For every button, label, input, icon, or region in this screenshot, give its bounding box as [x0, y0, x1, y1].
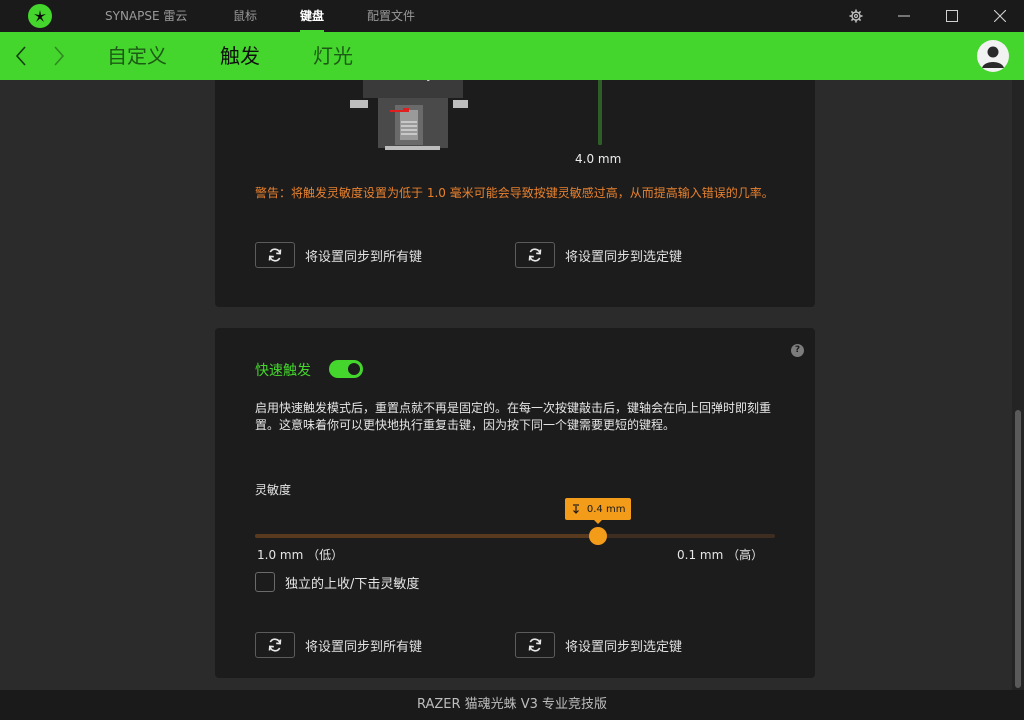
- scrollbar-thumb[interactable]: [1015, 410, 1021, 688]
- sync-selected-button[interactable]: [515, 242, 555, 268]
- content-area: 4.0 mm 警告：将触发灵敏度设置为低于 1.0 毫米可能会导致按键灵敏感过高…: [0, 80, 1024, 690]
- razer-logo-icon[interactable]: [28, 4, 52, 28]
- chevron-left-icon: [15, 46, 26, 66]
- sync-selected-button[interactable]: [515, 632, 555, 658]
- forward-button[interactable]: [52, 45, 66, 71]
- sync-all-button[interactable]: [255, 632, 295, 658]
- slider-value-tooltip: 0.4 mm: [565, 498, 632, 524]
- sync-all-label: 将设置同步到所有键: [305, 639, 423, 655]
- independent-sensitivity-checkbox[interactable]: [255, 572, 275, 592]
- tab-lighting[interactable]: 灯光: [313, 32, 353, 80]
- tab-actuation[interactable]: 触发: [220, 32, 260, 80]
- sync-all-keys-1: 将设置同步到所有键: [255, 242, 422, 268]
- sensitivity-warning: 警告：将触发灵敏度设置为低于 1.0 毫米可能会导致按键灵敏感过高，从而提高输入…: [255, 186, 774, 200]
- tab-customize[interactable]: 自定义: [107, 32, 167, 80]
- sync-all-label: 将设置同步到所有键: [305, 249, 423, 265]
- avatar-icon: [982, 46, 1004, 68]
- back-button[interactable]: [14, 45, 28, 71]
- independent-sensitivity-label: 独立的上收/下击灵敏度: [285, 576, 420, 592]
- rapid-trigger-description: 启用快速触发模式后，重置点就不再是固定的。在每一次按键敲击后，键轴会在向上回弹时…: [255, 401, 772, 432]
- chevron-right-icon: [54, 46, 65, 66]
- sensitivity-slider-thumb[interactable]: [589, 527, 608, 545]
- independent-sensitivity-option: 独立的上收/下击灵敏度: [255, 572, 419, 592]
- device-name: RAZER 猫魂光蛛 V3 专业竞技版: [416, 697, 608, 712]
- sync-all-button[interactable]: [255, 242, 295, 268]
- maximize-button[interactable]: [928, 0, 976, 32]
- profile-avatar[interactable]: [977, 40, 1009, 72]
- title-bar: SYNAPSE 雷云 鼠标 键盘 配置文件: [0, 0, 1024, 32]
- sensitivity-label: 灵敏度: [255, 483, 292, 497]
- close-icon: [994, 10, 1006, 22]
- sync-icon: [528, 638, 542, 652]
- range-high-label: 0.1 mm （高）: [677, 548, 764, 562]
- sub-navigation-bar: 自定义 触发 灯光: [0, 32, 1024, 80]
- minimize-icon: [898, 15, 910, 17]
- sensitivity-slider-fill: [255, 534, 599, 538]
- rapid-trigger-toggle[interactable]: [329, 360, 363, 378]
- arrow-down-icon: [572, 504, 579, 514]
- sync-selected-label: 将设置同步到选定键: [565, 639, 683, 655]
- toggle-knob: [348, 363, 360, 375]
- actuation-card: 4.0 mm 警告：将触发灵敏度设置为低于 1.0 毫米可能会导致按键灵敏感过高…: [215, 80, 815, 307]
- sync-icon: [268, 248, 282, 262]
- top-tab-synapse[interactable]: SYNAPSE 雷云: [105, 0, 187, 32]
- minimize-button[interactable]: [880, 0, 928, 32]
- actuation-distance-label: 4.0 mm: [575, 152, 622, 166]
- settings-button[interactable]: [832, 0, 880, 32]
- gear-icon: [849, 9, 863, 23]
- sync-selected-keys-1: 将设置同步到选定键: [515, 242, 682, 268]
- help-icon[interactable]: ?: [791, 344, 804, 357]
- maximize-icon: [946, 10, 958, 22]
- top-tab-keyboard[interactable]: 键盘: [300, 0, 325, 32]
- device-footer: RAZER 猫魂光蛛 V3 专业竞技版: [0, 690, 1024, 720]
- sync-icon: [268, 638, 282, 652]
- sync-selected-label: 将设置同步到选定键: [565, 249, 683, 265]
- sync-all-keys-2: 将设置同步到所有键: [255, 632, 422, 658]
- rapid-trigger-title: 快速触发: [255, 363, 311, 379]
- sync-icon: [528, 248, 542, 262]
- top-tab-profiles[interactable]: 配置文件: [367, 0, 415, 32]
- slider-value-text: 0.4 mm: [586, 503, 626, 515]
- sensitivity-slider-track[interactable]: [255, 534, 775, 538]
- range-low-label: 1.0 mm （低）: [257, 548, 344, 562]
- sync-selected-keys-2: 将设置同步到选定键: [515, 632, 682, 658]
- close-button[interactable]: [976, 0, 1024, 32]
- rapid-trigger-card: ? 快速触发 启用快速触发模式后，重置点就不再是固定的。在每一次按键敲击后，键轴…: [215, 328, 815, 678]
- top-tab-mouse[interactable]: 鼠标: [233, 0, 257, 32]
- switch-diagram-icon: [350, 80, 468, 150]
- actuation-distance-bar: [598, 80, 602, 145]
